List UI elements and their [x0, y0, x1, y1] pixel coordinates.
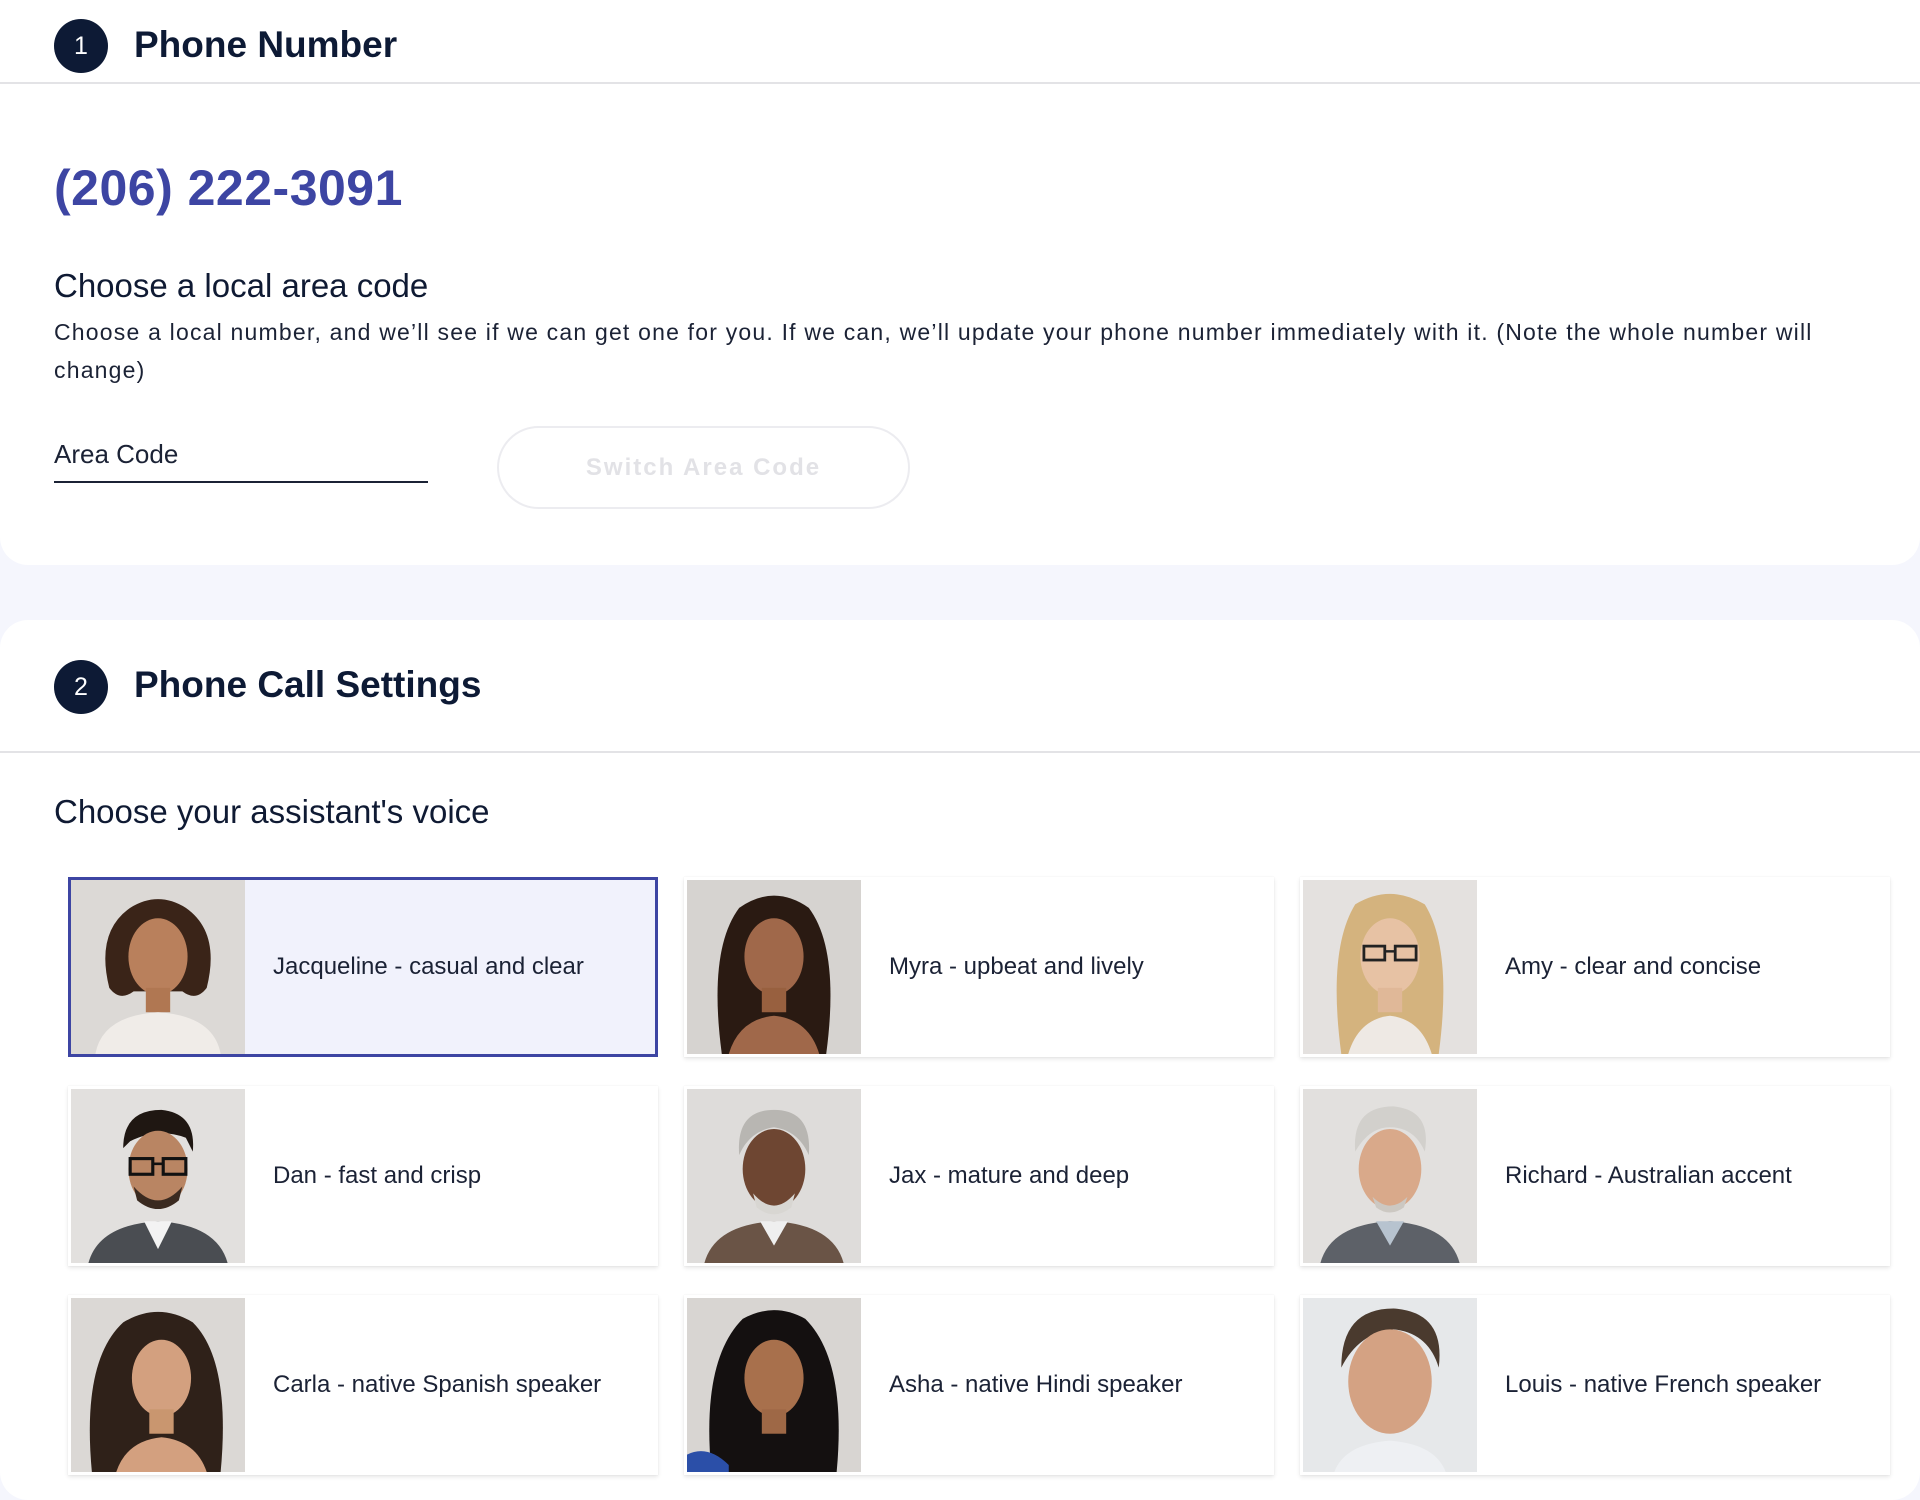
amy-avatar [1303, 880, 1477, 1054]
area-code-input[interactable] [54, 427, 428, 481]
step-badge-1: 1 [54, 19, 108, 73]
voice-label: Jacqueline - casual and clear [273, 953, 584, 980]
asha-avatar [687, 1298, 861, 1472]
phone-number-section: 1 Phone Number (206) 222-3091 Choose a l… [0, 0, 1920, 565]
voice-option-jax[interactable]: Jax - mature and deep [684, 1086, 1274, 1266]
voice-heading: Choose your assistant's voice [54, 793, 490, 830]
phone-call-settings-section: 2 Phone Call Settings Choose your assist… [0, 620, 1920, 1500]
voice-option-richard[interactable]: Richard - Australian accent [1300, 1086, 1890, 1266]
voice-label: Louis - native French speaker [1505, 1371, 1822, 1398]
voice-label: Amy - clear and concise [1505, 953, 1762, 980]
jacqueline-avatar [71, 880, 245, 1054]
phone-call-settings-header: 2 Phone Call Settings [0, 620, 1920, 753]
voice-option-amy[interactable]: Amy - clear and concise [1300, 877, 1890, 1057]
voice-label: Jax - mature and deep [889, 1162, 1130, 1189]
step-badge-2: 2 [54, 660, 108, 714]
area-code-heading: Choose a local area code [54, 267, 429, 304]
switch-area-code-button[interactable]: Switch Area Code [497, 426, 910, 509]
voice-option-dan[interactable]: Dan - fast and crisp [68, 1086, 658, 1266]
voice-option-jacqueline[interactable]: Jacqueline - casual and clear [68, 877, 658, 1057]
voice-option-myra[interactable]: Myra - upbeat and lively [684, 877, 1274, 1057]
voice-label: Richard - Australian accent [1505, 1162, 1792, 1189]
voice-option-carla[interactable]: Carla - native Spanish speaker [68, 1295, 658, 1475]
voice-option-louis[interactable]: Louis - native French speaker [1300, 1295, 1890, 1475]
area-code-description: Choose a local number, and we’ll see if … [54, 319, 1813, 383]
area-code-field[interactable] [54, 427, 428, 483]
myra-avatar [687, 880, 861, 1054]
voice-label: Asha - native Hindi speaker [889, 1371, 1183, 1398]
section-title-phone-number: Phone Number [134, 24, 398, 65]
current-phone-number: (206) 222-3091 [54, 160, 403, 216]
richard-avatar [1303, 1089, 1477, 1263]
voice-label: Dan - fast and crisp [273, 1162, 482, 1189]
voice-label: Myra - upbeat and lively [889, 953, 1144, 980]
louis-avatar [1303, 1298, 1477, 1472]
jax-avatar [687, 1089, 861, 1263]
dan-avatar [71, 1089, 245, 1263]
voice-option-asha[interactable]: Asha - native Hindi speaker [684, 1295, 1274, 1475]
carla-avatar [71, 1298, 245, 1472]
voice-label: Carla - native Spanish speaker [273, 1371, 602, 1398]
section-title-phone-call-settings: Phone Call Settings [134, 664, 482, 705]
phone-number-header: 1 Phone Number [0, 0, 1920, 84]
